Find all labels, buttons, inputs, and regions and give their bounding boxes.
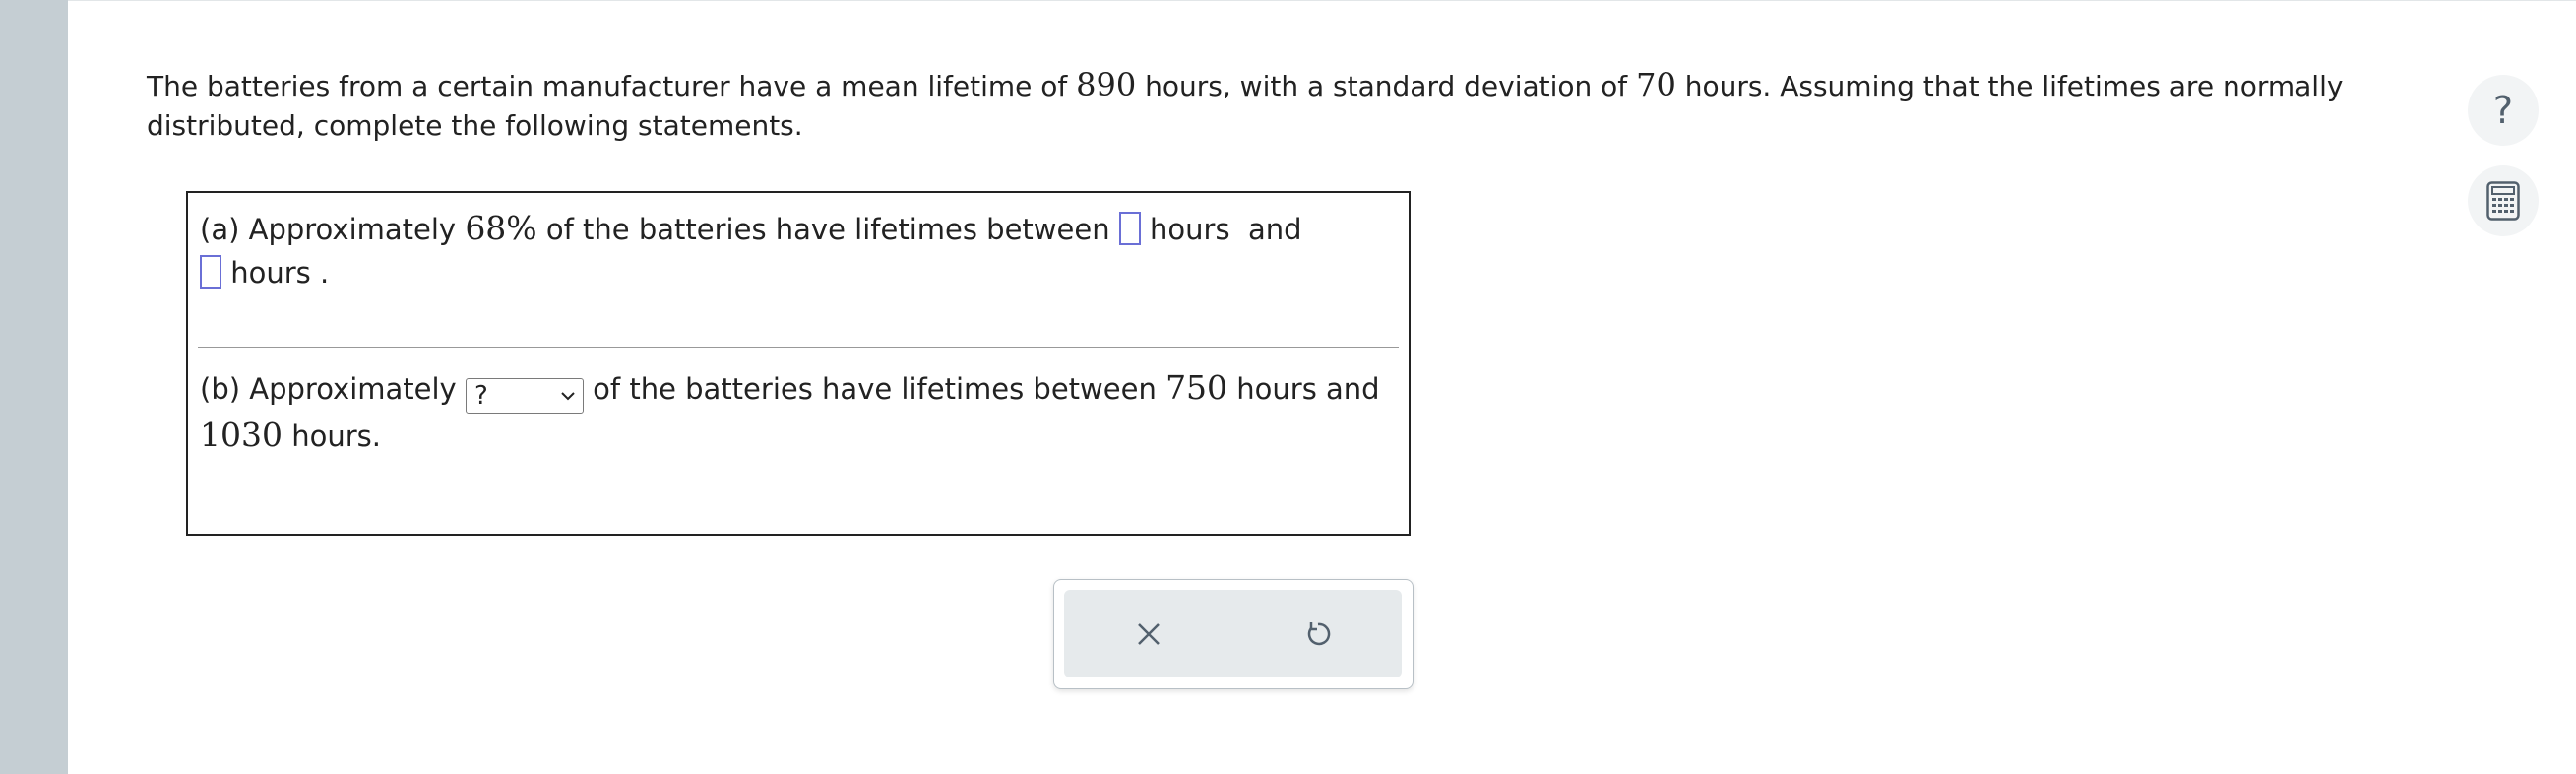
part-b-middle: of the batteries have lifetimes between [583, 372, 1166, 406]
question-intro-2: hours, with a standard deviation of [1136, 70, 1637, 102]
part-a-prefix: (a) Approximately [200, 213, 466, 246]
part-a-and: and [1248, 213, 1302, 246]
question-mark-icon: ? [2492, 89, 2514, 132]
part-a-unit-1: hours [1150, 213, 1230, 246]
top-divider [68, 0, 2576, 1]
help-button[interactable]: ? [2468, 75, 2539, 146]
answer-actions [1053, 579, 1414, 689]
part-a-percent: 68% [465, 209, 537, 247]
calculator-button[interactable] [2468, 165, 2539, 236]
lower-bound-input[interactable] [1118, 212, 1141, 245]
clear-button[interactable] [1064, 590, 1232, 677]
part-b-high: 1030 [200, 416, 283, 454]
part-b-suffix: hours. [282, 419, 381, 453]
left-rail [0, 0, 68, 774]
mean-value: 890 [1076, 66, 1137, 103]
undo-icon [1307, 621, 1330, 645]
sd-value: 70 [1636, 66, 1676, 103]
calculator-icon [2486, 181, 2520, 221]
percent-select[interactable]: ? [465, 378, 584, 414]
upper-bound-input[interactable] [200, 255, 221, 289]
question-text: The batteries from a certain manufacture… [147, 65, 2371, 146]
answer-actions-inner [1064, 590, 1402, 677]
question-intro-1: The batteries from a certain manufacture… [147, 70, 1077, 102]
part-b-middle-2: hours and [1227, 372, 1380, 406]
part-divider [198, 347, 1399, 348]
close-icon [1137, 622, 1160, 645]
part-b: (b) Approximately ? of the batteries hav… [200, 366, 1401, 458]
undo-button[interactable] [1233, 590, 1402, 677]
part-a-unit-2: hours [230, 256, 311, 290]
chevron-down-icon [561, 392, 575, 401]
part-a-period: . [319, 256, 330, 290]
percent-select-value: ? [473, 381, 488, 411]
part-b-prefix: (b) Approximately [200, 372, 466, 406]
part-a-middle: of the batteries have lifetimes between [536, 213, 1119, 246]
part-a: (a) Approximately 68% of the batteries h… [200, 207, 1401, 294]
answer-box: (a) Approximately 68% of the batteries h… [186, 191, 1411, 536]
part-b-low: 750 [1165, 368, 1228, 407]
